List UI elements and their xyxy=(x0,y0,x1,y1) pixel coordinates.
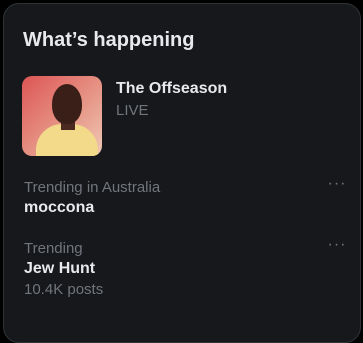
more-icon[interactable]: ··· xyxy=(325,237,349,255)
section-title: What’s happening xyxy=(23,29,195,51)
trend-name: Jew Hunt xyxy=(24,260,96,277)
space-name: The Offseason xyxy=(116,80,228,97)
space-status: LIVE xyxy=(116,102,149,119)
trend-item[interactable]: Trending Jew Hunt 10.4K posts ··· xyxy=(24,237,349,301)
more-icon[interactable]: ··· xyxy=(325,176,349,194)
trend-item[interactable]: Trending in Australia moccona ··· xyxy=(24,176,349,218)
trend-name: moccona xyxy=(24,199,95,216)
trend-post-count: 10.4K posts xyxy=(24,281,104,298)
trend-context: Trending in Australia xyxy=(24,179,161,196)
live-space-item[interactable]: The Offseason LIVE xyxy=(22,74,352,164)
whats-happening-panel: What’s happening The Offseason LIVE Tren… xyxy=(3,3,361,343)
space-thumbnail xyxy=(22,76,102,156)
trend-context: Trending xyxy=(24,240,83,257)
